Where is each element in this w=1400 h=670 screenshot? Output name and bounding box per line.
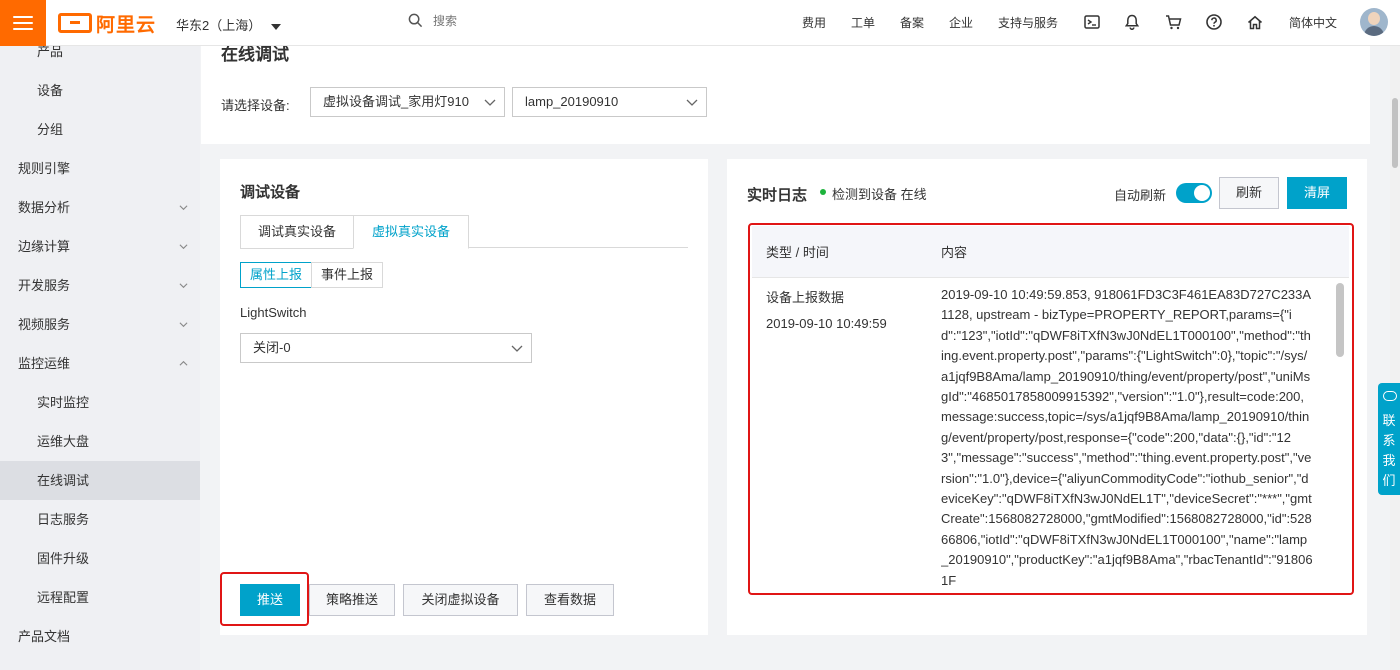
chevron-down-icon xyxy=(179,322,188,328)
refresh-button[interactable]: 刷新 xyxy=(1219,177,1279,209)
terminal-icon[interactable] xyxy=(1083,13,1101,31)
nav-support[interactable]: 支持与服务 xyxy=(998,14,1058,31)
sidebar-item-label: 日志服务 xyxy=(37,512,90,527)
property-label: LightSwitch xyxy=(240,305,307,320)
search-input[interactable] xyxy=(433,13,613,28)
cart-icon[interactable] xyxy=(1164,13,1182,31)
sidebar: 产品设备分组规则引擎数据分析边缘计算开发服务视频服务监控运维实时监控运维大盘在线… xyxy=(0,46,200,670)
strategy-push-button[interactable]: 策略推送 xyxy=(309,584,395,616)
clear-screen-button[interactable]: 清屏 xyxy=(1287,177,1347,209)
sidebar-item[interactable]: 监控运维 xyxy=(0,344,200,383)
region-label: 华东2（上海） xyxy=(176,18,262,33)
sidebar-item-label: 视频服务 xyxy=(18,317,71,332)
sidebar-item[interactable]: 固件升级 xyxy=(0,539,200,578)
user-avatar[interactable] xyxy=(1360,8,1388,36)
page-scrollbar[interactable] xyxy=(1390,46,1400,670)
light-switch-value: 关闭-0 xyxy=(253,340,291,355)
language-switch[interactable]: 简体中文 xyxy=(1289,14,1337,31)
sidebar-item-label: 开发服务 xyxy=(18,278,71,293)
auto-refresh-label: 自动刷新 xyxy=(1114,188,1167,203)
push-button-highlight xyxy=(220,572,309,626)
chevron-down-icon xyxy=(179,283,188,289)
sidebar-item[interactable]: 日志服务 xyxy=(0,500,200,539)
sidebar-item[interactable]: 产品文档 xyxy=(0,617,200,656)
chevron-up-icon xyxy=(179,360,188,366)
light-switch-select[interactable]: 关闭-0 xyxy=(240,333,532,363)
sidebar-item[interactable]: 规则引擎 xyxy=(0,149,200,188)
sidebar-item[interactable]: 实时监控 xyxy=(0,383,200,422)
device-online-status: 检测到设备 在线 xyxy=(832,187,927,202)
close-virtual-device-button[interactable]: 关闭虚拟设备 xyxy=(403,584,518,616)
contact-us-char: 系 xyxy=(1382,433,1396,448)
logo-text: 阿里云 xyxy=(96,14,157,36)
view-data-button[interactable]: 查看数据 xyxy=(526,584,614,616)
event-report-toggle[interactable]: 事件上报 xyxy=(311,262,383,288)
sidebar-item-label: 数据分析 xyxy=(18,200,71,215)
sidebar-item-label: 产品文档 xyxy=(18,629,71,644)
nav-billing[interactable]: 费用 xyxy=(802,14,826,31)
sidebar-item-label: 分组 xyxy=(37,122,64,137)
bell-icon[interactable] xyxy=(1123,13,1141,31)
home-icon[interactable] xyxy=(1246,13,1264,31)
top-bar: 阿里云 华东2（上海） 费用 工单 备案 企业 支持与服务 简体中文 xyxy=(0,0,1400,46)
sidebar-item-label: 监控运维 xyxy=(18,356,71,371)
chevron-down-icon xyxy=(511,345,523,352)
sidebar-item[interactable]: 分组 xyxy=(0,110,200,149)
sidebar-item-label: 边缘计算 xyxy=(18,239,71,254)
log-panel-title: 实时日志 xyxy=(747,187,808,204)
chevron-down-icon xyxy=(179,244,188,250)
tab-virtual-device[interactable]: 虚拟真实设备 xyxy=(353,215,469,249)
nav-icp[interactable]: 备案 xyxy=(900,14,924,31)
sidebar-item-label: 远程配置 xyxy=(37,590,90,605)
caret-down-icon xyxy=(271,23,282,30)
contact-us-char: 们 xyxy=(1382,473,1396,488)
contact-us-char: 我 xyxy=(1382,453,1396,468)
search-box[interactable] xyxy=(408,13,613,28)
help-icon[interactable] xyxy=(1205,13,1223,31)
chevron-down-icon xyxy=(179,205,188,211)
product-select-value: 虚拟设备调试_家用灯910 xyxy=(323,94,469,109)
sidebar-item[interactable]: 开发服务 xyxy=(0,266,200,305)
tab-debug-real-device[interactable]: 调试真实设备 xyxy=(240,215,354,249)
auto-refresh-toggle[interactable] xyxy=(1176,183,1212,203)
sidebar-item[interactable]: 运维大盘 xyxy=(0,422,200,461)
sidebar-item-label: 产品 xyxy=(37,46,64,59)
contact-us-tab[interactable]: 联系我们 xyxy=(1378,383,1400,495)
sidebar-item-label: 实时监控 xyxy=(37,395,90,410)
log-table-highlight xyxy=(748,223,1354,595)
device-select-label: 请选择设备: xyxy=(221,98,290,113)
sidebar-item[interactable]: 产品 xyxy=(0,46,200,71)
chevron-down-icon xyxy=(484,99,496,106)
device-select[interactable]: lamp_20190910 xyxy=(512,87,707,117)
sidebar-item-label: 运维大盘 xyxy=(37,434,90,449)
sidebar-item[interactable]: 设备 xyxy=(0,71,200,110)
sidebar-item-label: 固件升级 xyxy=(37,551,90,566)
sidebar-item[interactable]: 数据分析 xyxy=(0,188,200,227)
sidebar-item-label: 在线调试 xyxy=(37,473,90,488)
sidebar-item[interactable]: 远程配置 xyxy=(0,578,200,617)
online-status-dot xyxy=(820,189,826,195)
product-select[interactable]: 虚拟设备调试_家用灯910 xyxy=(310,87,505,117)
property-report-toggle[interactable]: 属性上报 xyxy=(240,262,312,288)
debug-panel-title: 调试设备 xyxy=(240,184,301,201)
sidebar-item-label: 规则引擎 xyxy=(18,161,71,176)
sidebar-item[interactable]: 视频服务 xyxy=(0,305,200,344)
chevron-down-icon xyxy=(686,99,698,106)
region-selector[interactable]: 华东2（上海） xyxy=(176,15,282,34)
search-icon xyxy=(408,13,423,28)
nav-tickets[interactable]: 工单 xyxy=(851,14,875,31)
sidebar-item[interactable]: 边缘计算 xyxy=(0,227,200,266)
sidebar-item-label: 设备 xyxy=(37,83,64,98)
nav-enterprise[interactable]: 企业 xyxy=(949,14,973,31)
contact-us-char: 联 xyxy=(1382,413,1396,428)
aliyun-logo[interactable]: 阿里云 xyxy=(58,10,156,36)
device-select-value: lamp_20190910 xyxy=(525,94,619,109)
aliyun-logo-mark xyxy=(58,13,92,33)
menu-icon[interactable] xyxy=(0,0,46,46)
sidebar-item[interactable]: 在线调试 xyxy=(0,461,200,500)
